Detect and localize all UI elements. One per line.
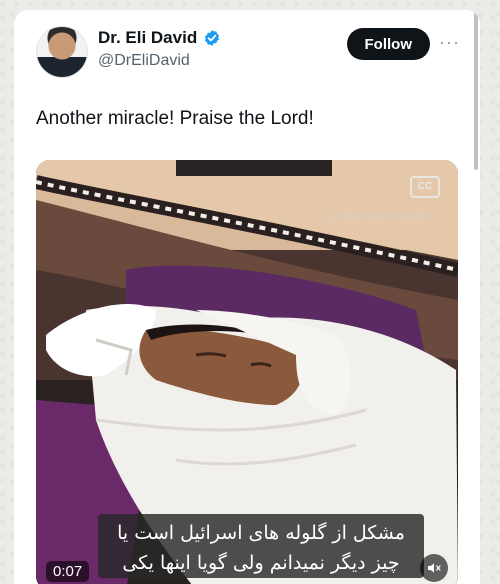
more-options-icon[interactable]: ···: [439, 32, 460, 53]
captions-icon[interactable]: CC: [410, 176, 440, 198]
tweet-text: Another miracle! Praise the Lord!: [36, 108, 314, 129]
scrollbar[interactable]: [474, 10, 478, 170]
mute-button[interactable]: [420, 554, 448, 582]
video-watermark: @AKBARDARJAHANAKS: [329, 212, 432, 221]
avatar[interactable]: [36, 26, 88, 78]
author-name-row: Dr. Eli David: [98, 28, 221, 48]
tweet-header: Dr. Eli David @DrEliDavid Follow ···: [36, 26, 460, 86]
verified-badge-icon: [205, 30, 220, 46]
video-duration: 0:07: [46, 561, 90, 582]
tweet-card: Dr. Eli David @DrEliDavid Follow ··· Ano…: [14, 10, 480, 584]
author-handle[interactable]: @DrEliDavid: [98, 52, 190, 70]
subtitle-line-2: چیز دیگر نمیدانم ولی گویا اینها یکی: [122, 552, 400, 574]
video-top-banner: [176, 160, 332, 176]
speaker-muted-icon: [428, 563, 441, 573]
subtitle-line-1: مشکل از گلوله های اسرائیل است یا: [117, 522, 405, 544]
follow-button[interactable]: Follow: [346, 28, 430, 60]
video-player[interactable]: CC @AKBARDARJAHANAKS مشکل از گلوله های ا…: [36, 160, 458, 584]
author-name[interactable]: Dr. Eli David: [98, 28, 197, 48]
video-subtitle: مشکل از گلوله های اسرائیل است یا چیز دیگ…: [98, 514, 424, 578]
